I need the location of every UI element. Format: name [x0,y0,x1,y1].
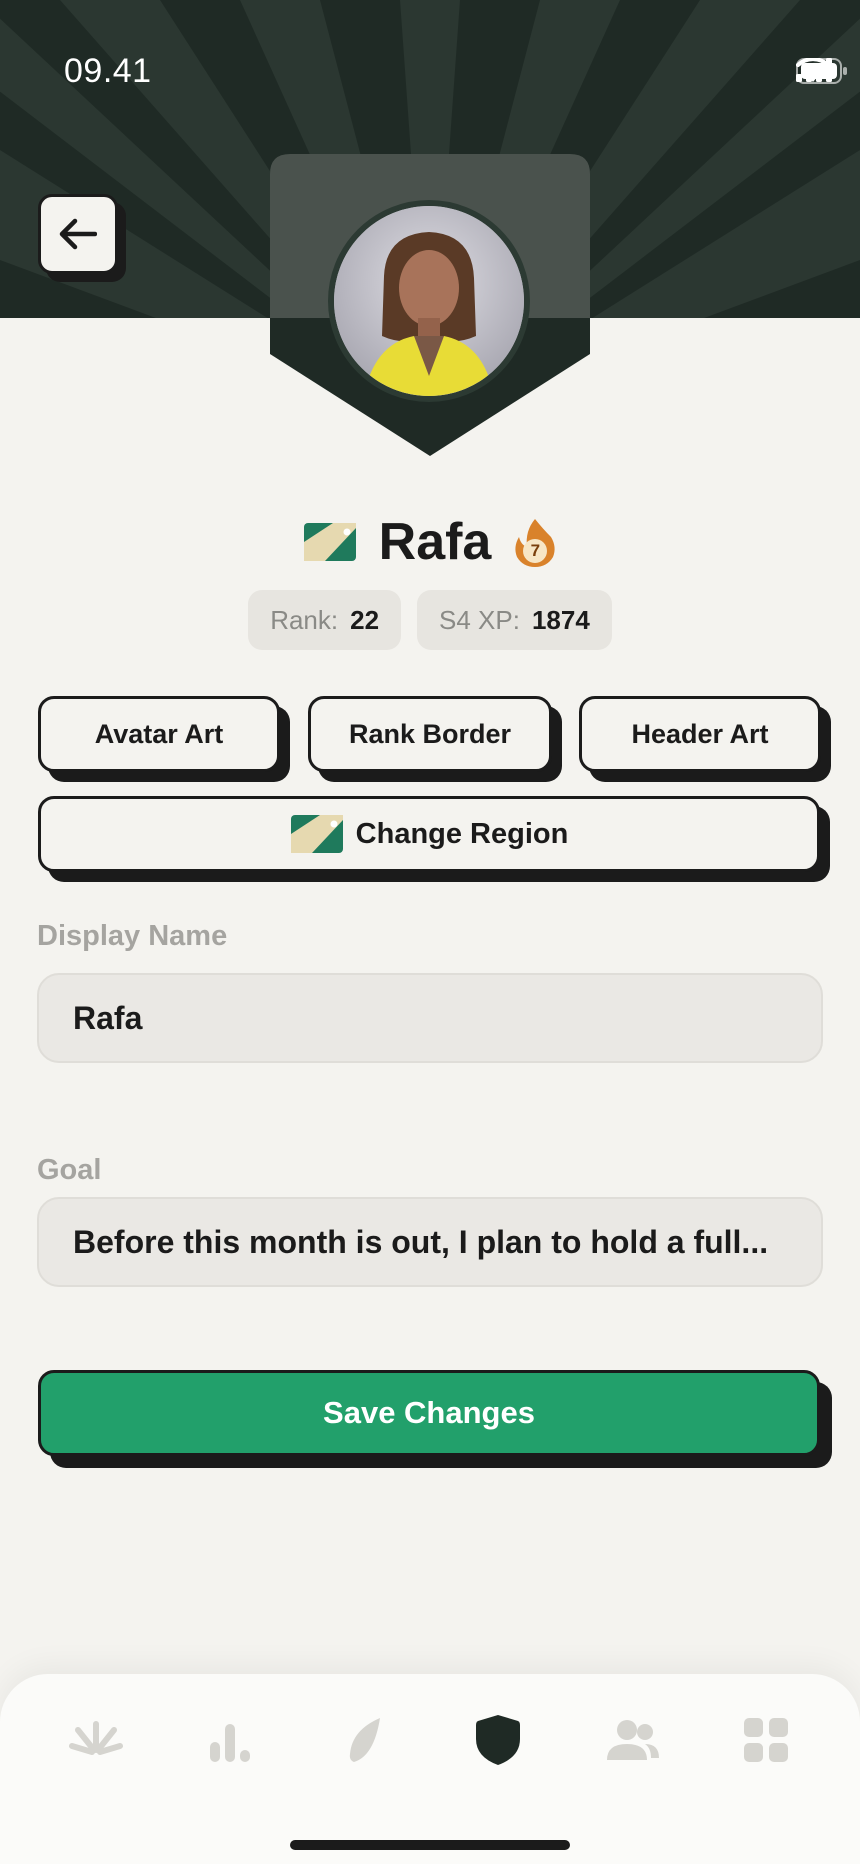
profile-stats: Rank: 22 S4 XP: 1874 [0,590,860,650]
shield-icon [476,1715,520,1765]
people-icon [607,1720,659,1760]
avatar-art-button[interactable]: Avatar Art [38,696,280,772]
avatar-photo [334,206,524,396]
back-button[interactable] [38,194,118,274]
streak-badge: 7 [513,517,557,567]
goal-field[interactable]: Before this month is out, I plan to hold… [37,1197,823,1287]
burst-icon [69,1721,123,1755]
goal-label: Goal [37,1154,102,1186]
arrow-left-icon [59,218,97,250]
bottom-tab-bar [0,1674,860,1864]
leaf-icon [349,1718,380,1762]
tab-burst[interactable] [66,1710,126,1770]
tab-shield[interactable] [468,1710,528,1770]
region-flag-icon [303,523,356,561]
tab-stats[interactable] [200,1710,260,1770]
rank-chip: Rank: 22 [248,590,402,650]
tab-leaf[interactable] [334,1710,394,1770]
change-region-label: Change Region [355,817,569,850]
rank-border-button[interactable]: Rank Border [308,696,552,772]
rank-label: Rank: [270,604,339,635]
profile-name-row: Rafa 7 [0,512,860,572]
xp-label: S4 XP: [439,604,520,635]
battery-icon [796,58,847,84]
header-art-button[interactable]: Header Art [579,696,821,772]
rank-value: 22 [350,604,380,635]
streak-count: 7 [530,541,541,560]
profile-name: Rafa [378,513,492,571]
home-indicator [290,1840,570,1850]
xp-chip: S4 XP: 1874 [417,590,612,650]
change-region-button[interactable]: Change Region [38,796,820,872]
bar-chart-icon [210,1724,250,1762]
avatar[interactable] [328,200,530,402]
status-time: 09.41 [64,52,152,90]
display-name-label: Display Name [37,920,228,952]
save-button[interactable]: Save Changes [38,1370,820,1456]
tab-more[interactable] [736,1710,796,1770]
tab-friends[interactable] [602,1710,662,1770]
region-flag-icon [290,815,343,853]
display-name-field[interactable]: Rafa [37,973,823,1063]
xp-value: 1874 [531,604,590,635]
grid-icon [744,1718,788,1762]
